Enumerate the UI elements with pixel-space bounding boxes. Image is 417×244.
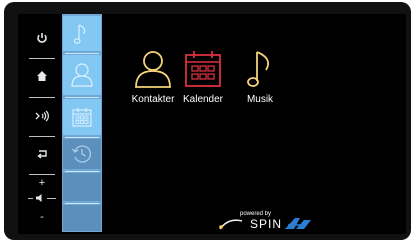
- calendar-icon: [185, 51, 221, 87]
- power-icon: [37, 33, 47, 43]
- app-label-music: Musik: [246, 94, 274, 105]
- contact-person-icon: [71, 63, 93, 87]
- rail-divider: [29, 174, 55, 175]
- screen: + - Kontakter Kalender Musik powered by …: [18, 14, 406, 234]
- powered-by-spin-logo: powered by SPIN: [214, 210, 314, 234]
- home-button[interactable]: [24, 62, 60, 90]
- home-icon: [37, 71, 47, 81]
- volume-up-button[interactable]: +: [24, 178, 60, 189]
- column-divider: [65, 97, 99, 98]
- alpine-badge-icon: [285, 218, 311, 229]
- rail-divider: [29, 136, 55, 137]
- voice-recognition-icon: [35, 110, 49, 122]
- shortcut-empty-slot[interactable]: [63, 173, 101, 201]
- shortcut-column: [62, 14, 102, 232]
- shortcut-music[interactable]: [63, 16, 101, 51]
- power-button[interactable]: [24, 24, 60, 52]
- shortcut-contacts[interactable]: [63, 55, 101, 95]
- back-icon: [37, 150, 47, 159]
- music-note-icon: [74, 23, 86, 44]
- history-icon: [72, 145, 91, 163]
- volume-indicator: [24, 190, 60, 206]
- music-note-icon: [247, 51, 270, 87]
- column-divider: [65, 53, 99, 54]
- shortcut-history[interactable]: [63, 139, 101, 169]
- side-control-rail: + -: [24, 16, 60, 230]
- speaker-icon: [36, 194, 42, 202]
- column-divider: [65, 137, 99, 138]
- column-divider: [65, 171, 99, 172]
- shortcut-empty-slot[interactable]: [63, 205, 101, 231]
- back-button[interactable]: [24, 140, 60, 168]
- shortcut-calendar[interactable]: [63, 99, 101, 135]
- calendar-icon: [72, 108, 92, 127]
- spin-wordmark: SPIN: [250, 217, 283, 231]
- column-divider: [65, 203, 99, 204]
- volume-down-button[interactable]: -: [24, 212, 60, 223]
- rail-divider: [29, 58, 55, 59]
- app-music[interactable]: Musik: [225, 49, 295, 105]
- voice-button[interactable]: [24, 102, 60, 130]
- spin-swoosh-icon: [219, 219, 243, 230]
- device-frame: + - Kontakter Kalender Musik powered by …: [4, 2, 411, 240]
- rail-divider: [29, 97, 55, 98]
